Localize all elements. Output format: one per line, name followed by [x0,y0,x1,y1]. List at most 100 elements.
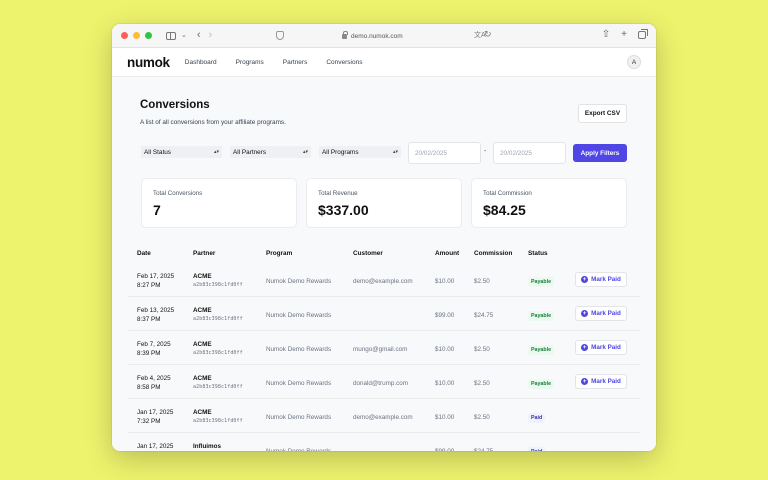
stat-card-conversions: Total Conversions 7 [141,178,297,228]
program-cell: Numok Demo Rewards [266,414,332,421]
amount-cell: $10.00 [435,414,455,421]
date-from-input[interactable]: 20/02/2025 [408,142,481,164]
date-cell: Jan 17, 2025 [137,409,174,416]
program-filter-select[interactable]: All Programs ▴▾ [319,146,401,158]
date-cell: Feb 4, 2025 [137,375,171,382]
partner-id-cell: a2b83c398c1fd0ff [193,384,243,390]
program-cell: Numok Demo Rewards [266,278,332,285]
select-arrows-icon: ▴▾ [302,149,308,155]
stat-card-revenue: Total Revenue $337.00 [306,178,462,228]
select-arrows-icon: ▴▾ [392,149,398,155]
stat-label: Total Revenue [318,190,358,197]
address-bar[interactable]: demo.numok.com [342,30,403,42]
time-cell: 8:39 PM [137,350,161,357]
apply-filters-button[interactable]: Apply Filters [573,144,627,162]
column-header-amount: Amount [435,250,460,257]
column-header-commission: Commission [474,250,513,257]
browser-window: ⌄ ‹ › demo.numok.com 文A ↻ ⇧ + numok Dash… [112,24,656,451]
customer-cell: demo@example.com [353,278,413,285]
date-cell: Feb 13, 2025 [137,307,175,314]
partner-id-cell: a2b83c398c1fd0ff [193,350,243,356]
table-row: Feb 7, 2025 8:39 PM ACME a2b83c398c1fd0ff Nu… [128,331,640,365]
mark-paid-button[interactable]: + Mark Paid [575,374,627,389]
tab-overview-icon[interactable] [638,29,648,39]
status-badge: Payable [528,277,555,287]
forward-arrow-icon[interactable]: › [209,30,213,41]
plus-circle-icon: + [581,276,589,283]
program-cell: Numok Demo Rewards [266,346,332,353]
mark-paid-label: Mark Paid [591,344,621,351]
date-cell: Feb 7, 2025 [137,341,171,348]
commission-cell: $24.75 [474,448,493,451]
commission-cell: $2.50 [474,346,490,353]
partner-filter-value: All Partners [233,148,267,156]
chevron-down-icon[interactable]: ⌄ [181,32,187,39]
reload-icon[interactable]: ↻ [484,29,492,40]
partner-name-cell: Influimos [193,443,221,450]
nav-dashboard[interactable]: Dashboard [185,59,217,66]
nav-programs[interactable]: Programs [236,59,264,66]
status-badge: Paid [528,447,546,451]
stat-card-commission: Total Commission $84.25 [471,178,627,228]
table-row: Feb 17, 2025 8:27 PM ACME a2b83c398c1fd0ff N… [128,263,640,297]
partner-name-cell: ACME [193,307,212,314]
time-cell: 7:32 PM [137,418,161,425]
nav-partners[interactable]: Partners [283,59,308,66]
customer-cell: mungo@gmail.com [353,346,408,353]
partner-name-cell: ACME [193,409,212,416]
date-to-input[interactable]: 20/02/2025 [493,142,566,164]
stat-label: Total Conversions [153,190,203,197]
column-header-date: Date [137,250,151,257]
nav-conversions[interactable]: Conversions [326,59,362,66]
status-badge: Payable [528,345,555,355]
customer-cell: donald@trump.com [353,380,409,387]
app-header: numok Dashboard Programs Partners Conver… [112,48,656,77]
mark-paid-button[interactable]: + Mark Paid [575,306,627,321]
partner-id-cell: a2b83c398c1fd0ff [193,316,243,322]
time-cell: 8:27 PM [137,282,161,289]
time-cell: 8:37 PM [137,316,161,323]
table-row: Jan 17, 2025 7:32 PM ACME a2b83c398c1fd0ff N… [128,399,640,433]
status-badge: Payable [528,311,555,321]
mark-paid-button[interactable]: + Mark Paid [575,340,627,355]
lock-icon [342,30,348,39]
share-icon[interactable]: ⇧ [602,29,610,40]
commission-cell: $2.50 [474,414,490,421]
select-arrows-icon: ▴▾ [213,149,219,155]
plus-circle-icon: + [581,310,589,317]
avatar[interactable]: A [627,55,641,69]
close-window-button[interactable] [121,32,128,39]
page-title: Conversions [140,99,210,111]
status-filter-select[interactable]: All Status ▴▾ [141,146,222,158]
commission-cell: $2.50 [474,278,490,285]
export-csv-button[interactable]: Export CSV [578,104,627,123]
new-tab-icon[interactable]: + [621,29,627,40]
sidebar-toggle-icon[interactable] [166,31,176,40]
maximize-window-button[interactable] [145,32,152,39]
stat-value: $337.00 [318,202,369,218]
date-cell: Feb 17, 2025 [137,273,175,280]
table-row: Feb 13, 2025 8:37 PM ACME a2b83c398c1fd0ff N… [128,297,640,331]
table-row: Feb 4, 2025 8:58 PM ACME a2b83c398c1fd0ff Nu… [128,365,640,399]
numok-logo[interactable]: numok [127,55,170,70]
program-cell: Numok Demo Rewards [266,380,332,387]
minimize-window-button[interactable] [133,32,140,39]
commission-cell: $2.50 [474,380,490,387]
partner-filter-select[interactable]: All Partners ▴▾ [230,146,311,158]
stat-value: $84.25 [483,202,526,218]
partner-id-cell: a2b83c398c1fd0ff [193,282,243,288]
amount-cell: $10.00 [435,278,455,285]
privacy-shield-icon[interactable] [276,31,284,40]
customer-cell: demo@example.com [353,414,413,421]
status-badge: Paid [528,413,546,423]
amount-cell: $10.00 [435,346,455,353]
amount-cell: $10.00 [435,380,455,387]
mark-paid-button[interactable]: + Mark Paid [575,272,627,287]
mark-paid-label: Mark Paid [591,276,621,283]
program-filter-value: All Programs [322,148,359,156]
mark-paid-label: Mark Paid [591,378,621,385]
stat-label: Total Commission [483,190,532,197]
date-cell: Jan 17, 2025 [137,443,174,450]
back-arrow-icon[interactable]: ‹ [197,30,201,41]
program-cell: Numok Demo Rewards [266,448,331,451]
